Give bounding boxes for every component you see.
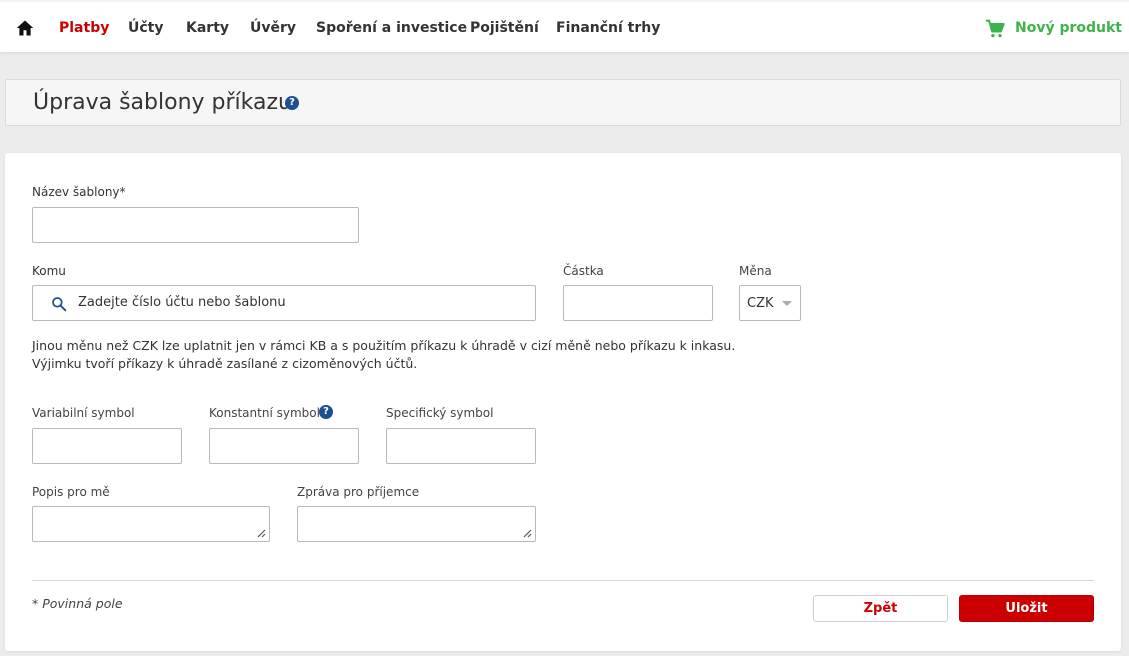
constant-symbol-help-icon[interactable]: ? <box>319 405 333 419</box>
resize-handle-icon[interactable] <box>256 528 266 538</box>
recipient-placeholder: Zadejte číslo účtu nebo šablonu <box>78 295 286 310</box>
recipient-label: Komu <box>32 264 66 278</box>
required-fields-note: * Povinná pole <box>32 596 123 611</box>
note-for-me-label: Popis pro mě <box>32 485 110 499</box>
nav-item-financni-trhy[interactable]: Finanční trhy <box>556 19 660 37</box>
nav-item-ucty[interactable]: Účty <box>128 19 164 37</box>
message-for-recipient-label: Zpráva pro příjemce <box>297 485 420 499</box>
divider <box>32 580 1094 581</box>
note-for-me-textarea[interactable] <box>32 506 270 542</box>
nav-item-karty[interactable]: Karty <box>186 19 229 37</box>
page-header: Úprava šablony příkazu ? <box>5 79 1121 126</box>
back-button[interactable]: Zpět <box>813 595 948 622</box>
template-name-label: Název šablony* <box>32 185 126 199</box>
resize-handle-icon[interactable] <box>522 528 532 538</box>
nav-item-uvery[interactable]: Úvěry <box>250 19 296 37</box>
specific-symbol-input[interactable] <box>386 428 536 464</box>
save-button[interactable]: Uložit <box>959 595 1094 622</box>
variable-symbol-label: Variabilní symbol <box>32 406 135 420</box>
currency-info-text: Jinou měnu než CZK lze uplatnit jen v rá… <box>32 337 735 373</box>
search-icon <box>52 297 67 312</box>
template-form: Název šablony* Komu Zadejte číslo účtu n… <box>5 153 1121 651</box>
constant-symbol-label: Konstantní symbol <box>209 406 320 420</box>
chevron-down-icon <box>782 301 792 306</box>
nav-item-pojisteni[interactable]: Pojištění <box>470 19 539 37</box>
page-title: Úprava šablony příkazu <box>33 90 292 115</box>
nav-item-platby[interactable]: Platby <box>59 19 109 37</box>
amount-input[interactable] <box>563 285 713 321</box>
currency-value: CZK <box>747 296 774 311</box>
home-icon[interactable] <box>16 19 34 37</box>
shopping-cart-icon[interactable] <box>985 19 1005 39</box>
currency-label: Měna <box>739 264 772 278</box>
nav-item-sporeni-a-investice[interactable]: Spoření a investice <box>316 19 467 37</box>
amount-label: Částka <box>563 264 604 278</box>
new-product-link[interactable]: Nový produkt <box>1015 19 1122 37</box>
help-icon[interactable]: ? <box>285 96 299 110</box>
template-name-input[interactable] <box>32 207 359 243</box>
currency-select[interactable]: CZK <box>739 285 801 321</box>
message-for-recipient-textarea[interactable] <box>297 506 536 542</box>
top-navigation: Platby Účty Karty Úvěry Spoření a invest… <box>0 0 1129 52</box>
currency-info-line-1: Jinou měnu než CZK lze uplatnit jen v rá… <box>32 338 736 353</box>
recipient-search-input[interactable]: Zadejte číslo účtu nebo šablonu <box>32 285 536 321</box>
specific-symbol-label: Specifický symbol <box>386 406 494 420</box>
currency-info-line-2: Výjimku tvoří příkazy k úhradě zasílané … <box>32 356 418 371</box>
constant-symbol-input[interactable] <box>209 428 359 464</box>
variable-symbol-input[interactable] <box>32 428 182 464</box>
